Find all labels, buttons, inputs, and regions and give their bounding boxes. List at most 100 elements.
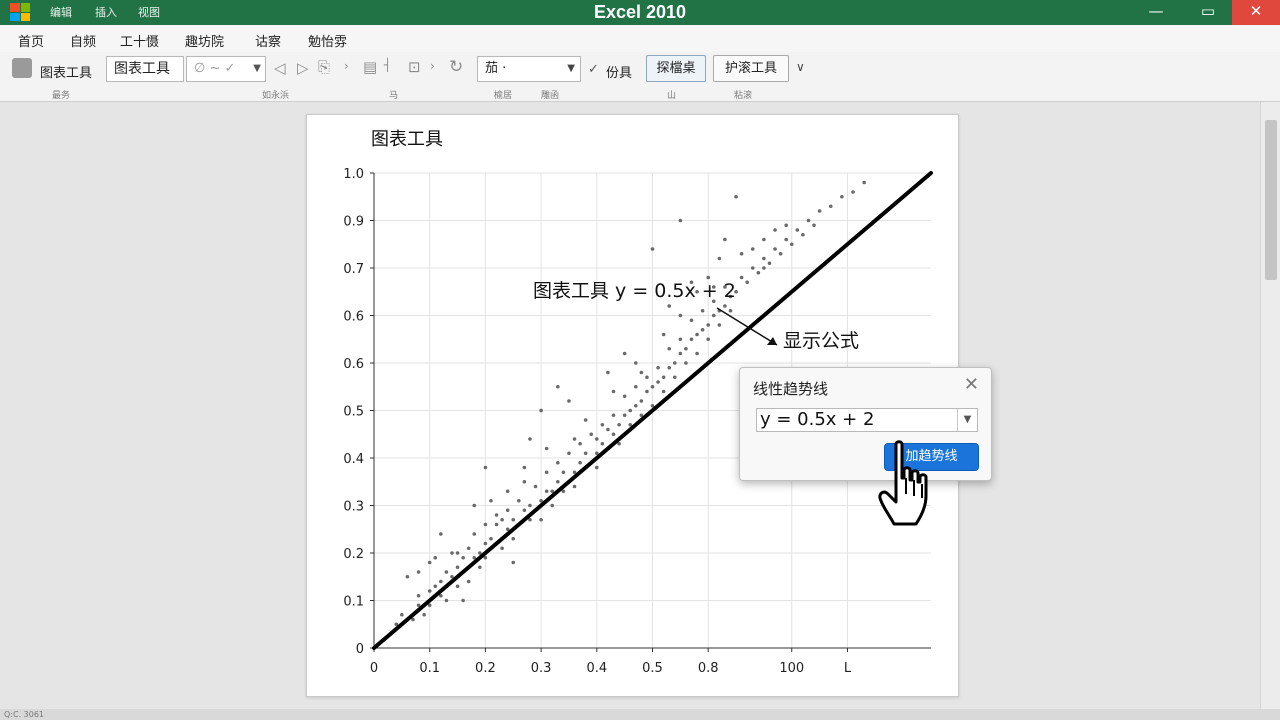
data-point [439, 532, 443, 536]
play-icon[interactable]: ▷ [297, 59, 309, 77]
data-point [795, 228, 800, 232]
y-tick-label: 0.6 [343, 310, 364, 325]
chart-tools-label[interactable]: 图表工具 [40, 62, 92, 81]
dialog-title: 线性趋势线 [753, 380, 829, 398]
data-point [405, 574, 410, 579]
status-text: Q:C. 3061 [4, 710, 45, 719]
data-point [633, 403, 638, 408]
data-point [489, 536, 493, 541]
protect-tools-button[interactable]: 护滚工具 [713, 55, 789, 82]
data-point [689, 318, 694, 323]
chart-title: 图表工具 [371, 129, 443, 150]
data-point [767, 261, 772, 266]
data-point [539, 517, 543, 522]
y-tick-label: 0.3 [343, 500, 364, 515]
data-point [483, 541, 488, 546]
status-bar: Q:C. 3061 [0, 709, 1280, 720]
data-point [806, 218, 811, 223]
rotate-icon[interactable]: ↻ [449, 57, 463, 77]
export-icon[interactable]: ⎘ [318, 58, 330, 76]
data-point [511, 536, 516, 541]
chart-tools-icon[interactable] [12, 58, 32, 78]
data-point [784, 223, 788, 228]
check-icon[interactable]: ✓ [588, 62, 599, 77]
data-point [633, 361, 638, 365]
equation-annotation: 图表工具 y = 0.5x + 2 [533, 280, 736, 302]
data-point [717, 323, 722, 327]
data-point [762, 256, 766, 261]
scrollbar-thumb[interactable] [1265, 120, 1277, 280]
x-tick-label: 0.8 [698, 661, 719, 676]
group-label: 榆居 [494, 91, 513, 101]
menu-item[interactable]: 趣坊院 [185, 31, 224, 50]
data-point [611, 413, 616, 418]
data-point [684, 361, 688, 365]
window-title: Excel 2010 [593, 2, 687, 22]
data-point [739, 275, 744, 280]
data-point [561, 470, 566, 475]
data-point [762, 266, 766, 270]
data-point [455, 584, 460, 589]
trendline-dialog: 线性趋势线 ✕ y = 0.5x + 2 ▼ 加趋势线 [739, 367, 992, 481]
chart-tools-box[interactable]: 图表工具 [106, 56, 184, 82]
font-dropdown[interactable]: 茄 · ▼ [477, 56, 581, 82]
menu-item[interactable]: 首页 [18, 31, 44, 50]
x-tick-label: 0.5 [642, 661, 663, 676]
data-point [600, 422, 605, 427]
equation-select[interactable]: y = 0.5x + 2 ▼ [756, 408, 978, 432]
chevron-down-icon[interactable]: ∨ [796, 60, 805, 74]
menu-item[interactable]: 勉怡雰 [308, 31, 347, 50]
vertical-scrollbar[interactable] [1260, 102, 1280, 709]
data-point [455, 551, 460, 555]
menu-item[interactable]: 工十慑 [120, 31, 159, 50]
chevron-down-icon[interactable]: ▼ [957, 409, 977, 431]
data-point [672, 361, 677, 365]
layout-icon[interactable]: ▤ [363, 58, 377, 76]
chevron-right-icon[interactable]: › [344, 59, 349, 73]
group-label: 粘滚 [734, 91, 753, 101]
data-point [439, 579, 443, 584]
chevron-right-icon[interactable]: › [430, 59, 435, 73]
data-point [528, 437, 532, 441]
data-point [678, 218, 683, 223]
maximize-button[interactable]: ▭ [1188, 0, 1228, 25]
group-label: 马 [389, 91, 399, 101]
data-point [622, 413, 627, 418]
group-label: 雕函 [541, 91, 560, 101]
data-point [678, 351, 683, 356]
format-label[interactable]: 份具 [606, 62, 632, 81]
data-point [706, 275, 710, 280]
style-dropdown[interactable]: ∅ ~ ✓ ▼ [186, 56, 266, 82]
data-point [400, 612, 404, 617]
y-tick-label: 0.1 [343, 595, 364, 610]
close-icon[interactable]: ✕ [964, 374, 979, 395]
menu-item[interactable]: 自频 [70, 31, 96, 50]
minimize-button[interactable]: — [1136, 0, 1176, 25]
x-tick-label: 0 [370, 661, 378, 676]
data-point [689, 337, 694, 342]
y-tick-label: 0 [356, 642, 364, 657]
x-tick-label: L [844, 661, 852, 676]
data-point [672, 375, 677, 380]
data-point [656, 380, 660, 384]
menu-item[interactable]: 诂察 [255, 31, 281, 50]
data-point [489, 498, 493, 503]
x-tick-label: 0.4 [586, 661, 607, 676]
data-point [494, 522, 499, 527]
data-point [622, 394, 627, 399]
data-point [739, 251, 744, 256]
menu-bar: 首页 自频 工十慑 趣坊院 诂察 勉怡雰 [0, 25, 1280, 52]
data-point [416, 570, 421, 574]
data-point [461, 598, 465, 603]
data-point [494, 513, 499, 517]
layout-button[interactable]: 探檔桌 [646, 55, 706, 82]
data-point [500, 517, 504, 522]
data-point [544, 446, 549, 451]
shape-icon[interactable]: ⊡ [408, 58, 421, 76]
data-point [556, 384, 560, 389]
data-point [505, 489, 510, 494]
data-point [539, 408, 543, 413]
arrow-left-icon[interactable]: ◁ [274, 59, 286, 77]
close-button[interactable]: ✕ [1232, 0, 1280, 25]
data-point [723, 237, 727, 242]
